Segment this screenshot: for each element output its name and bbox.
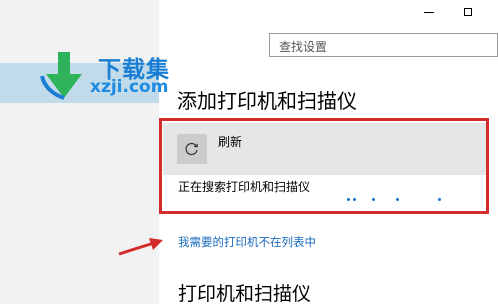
maximize-button[interactable] [457, 4, 479, 20]
printers-section-title: 打印机和扫描仪 [178, 283, 312, 305]
maximize-icon [464, 8, 472, 16]
left-navigation-pane [0, 0, 159, 304]
printer-not-listed-link[interactable]: 我需要的打印机不在列表中 [178, 234, 316, 250]
watermark-logo: 下载集 xzji.com [28, 50, 178, 102]
red-arrow-icon [118, 238, 163, 256]
highlight-box [159, 118, 489, 214]
watermark-arrow-icon [40, 52, 82, 100]
minimize-icon [424, 11, 434, 13]
watermark-url: xzji.com [90, 77, 169, 97]
search-placeholder: 查找设置 [279, 40, 328, 54]
page-title: 添加打印机和扫描仪 [177, 89, 357, 113]
minimize-button[interactable] [418, 4, 440, 20]
search-settings-input[interactable]: 查找设置 [269, 33, 498, 57]
